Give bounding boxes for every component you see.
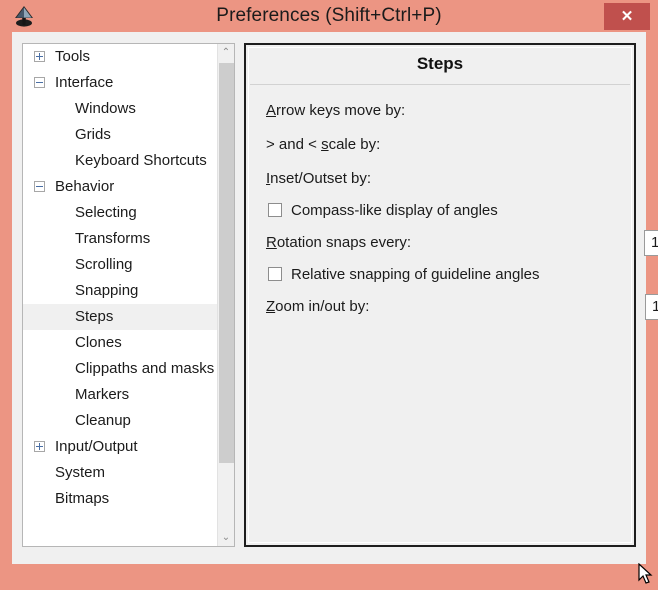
sidebar-item-label: Tools xyxy=(55,48,91,65)
rotation-snaps-label-text: otation snaps every: xyxy=(276,234,412,251)
steps-settings-panel: Steps Arrow keys move by: 0.5000 ▲ ▼ xyxy=(244,43,658,547)
rotation-snaps-mnemonic: R xyxy=(266,234,277,251)
zoom-in-out-value: 141 xyxy=(652,298,658,315)
sidebar-item-label: Windows xyxy=(75,100,136,117)
row-scale-by: > and < scale by: 10.0000 ▲ ▼ px ⌄ xyxy=(249,128,631,162)
row-rotation-snaps: Rotation snaps every: 15 ⌄ degrees xyxy=(249,226,658,260)
zoom-in-out-spinbox[interactable]: 141 ▲ ▼ xyxy=(645,294,658,320)
inset-outset-label-text: nset/Outset by: xyxy=(270,170,372,187)
sidebar-item-label: Scrolling xyxy=(75,256,133,273)
row-relative-snapping[interactable]: Relative snapping of guideline angles xyxy=(249,260,631,290)
sidebar-item-label: Input/Output xyxy=(55,438,138,455)
sidebar-item-steps[interactable]: Steps xyxy=(23,304,217,330)
rotation-snaps-label: Rotation snaps every: xyxy=(266,226,411,260)
compass-display-label: Compass-like display of angles xyxy=(291,202,498,219)
compass-display-checkbox[interactable] xyxy=(268,203,282,217)
sidebar-item-keyboard-shortcuts[interactable]: Keyboard Shortcuts xyxy=(23,148,217,174)
row-zoom-in-out: Zoom in/out by: 141 ▲ ▼ % xyxy=(249,290,658,324)
scroll-up-icon[interactable]: ⌃ xyxy=(218,44,234,61)
zoom-in-out-label-text: oom in/out by: xyxy=(275,298,370,315)
sidebar-item-snapping[interactable]: Snapping xyxy=(23,278,217,304)
sidebar-item-input-output[interactable]: Input/Output xyxy=(23,434,217,460)
sidebar-item-label: Grids xyxy=(75,126,111,143)
mouse-cursor-icon xyxy=(638,562,654,585)
sidebar-item-clones[interactable]: Clones xyxy=(23,330,217,356)
sidebar-item-grids[interactable]: Grids xyxy=(23,122,217,148)
row-arrow-keys: Arrow keys move by: 0.5000 ▲ ▼ mm ⌄ xyxy=(249,94,631,128)
sidebar-item-label: System xyxy=(55,464,106,481)
row-compass-display[interactable]: Compass-like display of angles xyxy=(249,196,631,226)
scroll-down-icon[interactable]: ⌄ xyxy=(218,529,234,546)
sidebar-item-interface[interactable]: Interface xyxy=(23,70,217,96)
scale-by-label: > and < scale by: xyxy=(266,128,380,162)
collapse-minus-icon[interactable] xyxy=(34,77,45,88)
dialog-client-area: Tools Interface Windows Grids Keyboard Short… xyxy=(12,32,658,564)
sidebar-item-scrolling[interactable]: Scrolling xyxy=(23,252,217,278)
sidebar-item-windows[interactable]: Windows xyxy=(23,96,217,122)
tree-item-list[interactable]: Tools Interface Windows Grids Keyboard Short… xyxy=(23,44,217,546)
sidebar-item-label: Clippaths and masks xyxy=(75,360,215,377)
relative-snapping-label: Relative snapping of guideline angles xyxy=(291,266,540,283)
title-bar[interactable]: Preferences (Shift+Ctrl+P) ✕ xyxy=(0,0,658,32)
collapse-minus-icon[interactable] xyxy=(34,181,45,192)
window-title: Preferences (Shift+Ctrl+P) xyxy=(216,5,442,26)
sidebar-item-selecting[interactable]: Selecting xyxy=(23,200,217,226)
rotation-snaps-combo[interactable]: 15 ⌄ xyxy=(644,230,658,256)
sidebar-item-system[interactable]: System xyxy=(23,460,217,486)
sidebar-item-label: Transforms xyxy=(75,230,151,247)
relative-snapping-checkbox[interactable] xyxy=(268,267,282,281)
scale-by-mnemonic: s xyxy=(321,136,329,153)
scrollbar-thumb[interactable] xyxy=(219,63,234,463)
scale-by-label-text: cale by: xyxy=(328,136,381,153)
sidebar-item-label: Snapping xyxy=(75,282,139,299)
page-title: Steps xyxy=(416,54,464,73)
arrow-keys-mnemonic: A xyxy=(266,102,277,119)
expand-plus-icon[interactable] xyxy=(34,441,45,452)
sidebar-item-label: Interface xyxy=(55,74,114,91)
sidebar-item-behavior[interactable]: Behavior xyxy=(23,174,217,200)
sidebar-item-label: Selecting xyxy=(75,204,137,221)
arrow-keys-label: Arrow keys move by: xyxy=(266,94,405,128)
sidebar-item-transforms[interactable]: Transforms xyxy=(23,226,217,252)
sidebar-item-label: Behavior xyxy=(55,178,115,195)
sidebar-item-label: Bitmaps xyxy=(55,490,110,507)
row-inset-outset: Inset/Outset by: 0.1042 ▲ ▼ in ⌄ xyxy=(249,162,631,196)
scale-by-label-pre: > and < xyxy=(266,136,322,153)
sidebar-item-bitmaps[interactable]: Bitmaps xyxy=(23,486,217,512)
panel-inner: Steps Arrow keys move by: 0.5000 ▲ ▼ xyxy=(248,47,658,543)
sidebar-item-label: Keyboard Shortcuts xyxy=(75,152,207,169)
preferences-category-tree[interactable]: Tools Interface Windows Grids Keyboard Short… xyxy=(22,43,235,547)
sidebar-item-label: Clones xyxy=(75,334,122,351)
zoom-in-out-label: Zoom in/out by: xyxy=(266,290,369,324)
sidebar-item-label: Cleanup xyxy=(75,412,131,429)
zoom-in-out-mnemonic: Z xyxy=(266,298,276,315)
sidebar-item-cleanup[interactable]: Cleanup xyxy=(23,408,217,434)
close-button[interactable]: ✕ xyxy=(604,3,650,30)
sidebar-item-tools[interactable]: Tools xyxy=(23,44,217,70)
rotation-snaps-value: 15 xyxy=(651,234,658,251)
expand-plus-icon[interactable] xyxy=(34,51,45,62)
sidebar-item-clippaths-and-masks[interactable]: Clippaths and masks xyxy=(23,356,217,382)
title-separator xyxy=(250,84,630,85)
settings-form: Arrow keys move by: 0.5000 ▲ ▼ mm ⌄ xyxy=(249,94,658,324)
sidebar-item-label: Steps xyxy=(75,308,114,325)
sidebar-item-label: Markers xyxy=(75,386,130,403)
tree-scrollbar[interactable]: ⌃ ⌄ xyxy=(217,44,234,546)
arrow-keys-label-text: rrow keys move by: xyxy=(276,102,406,119)
preferences-window: Preferences (Shift+Ctrl+P) ✕ Tools Interf… xyxy=(0,0,658,589)
sidebar-item-markers[interactable]: Markers xyxy=(23,382,217,408)
inset-outset-label: Inset/Outset by: xyxy=(266,162,371,196)
